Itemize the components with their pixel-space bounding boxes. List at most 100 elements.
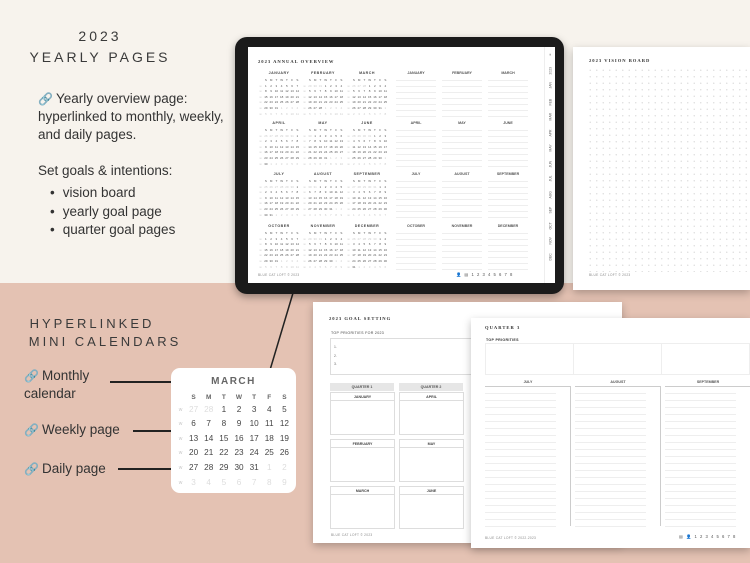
day-link[interactable]: 15: [295, 145, 300, 149]
day-link[interactable]: 13: [186, 434, 201, 445]
day-link[interactable]: 2: [231, 405, 246, 416]
day-link[interactable]: 18: [262, 434, 277, 445]
day-link[interactable]: 8: [295, 139, 300, 143]
notes-column[interactable]: DECEMBER: [488, 224, 528, 270]
day-link[interactable]: 31: [247, 463, 262, 474]
day-link[interactable]: 23: [383, 253, 388, 257]
side-tab[interactable]: SEP: [545, 202, 556, 218]
day-link[interactable]: 11: [262, 419, 277, 430]
day-link[interactable]: 9: [383, 190, 388, 194]
day-link[interactable]: 10: [247, 419, 262, 430]
day-link[interactable]: 8: [383, 112, 388, 116]
day-link[interactable]: 11: [383, 89, 388, 93]
day-link[interactable]: 6: [295, 162, 300, 166]
month-name[interactable]: FEBRUARY: [302, 71, 344, 75]
day-link[interactable]: 6: [383, 265, 388, 269]
day-link[interactable]: 22: [295, 201, 300, 205]
day-link[interactable]: 19: [339, 196, 344, 200]
day-link[interactable]: 24: [247, 448, 262, 459]
month-name[interactable]: JUNE: [346, 121, 388, 125]
notes-column[interactable]: NOVEMBER: [442, 224, 482, 270]
calendar-month[interactable]: MARCH: [171, 376, 296, 387]
day-link[interactable]: 28: [201, 405, 216, 416]
day-link[interactable]: 5: [277, 405, 292, 416]
month-name[interactable]: AUGUST: [302, 172, 344, 176]
week-link[interactable]: w: [175, 463, 186, 474]
day-link[interactable]: 25: [262, 448, 277, 459]
mini-month[interactable]: DECEMBER S M T W T F Sw 26 27 28 29 30 1 2 w 3 4 5 6 7 8 9 w 10 1…: [346, 224, 388, 269]
day-link[interactable]: 26: [339, 201, 344, 205]
day-link[interactable]: 9: [339, 265, 344, 269]
day-link[interactable]: 7: [247, 478, 262, 489]
month-box[interactable]: MARCH: [330, 486, 395, 529]
day-link[interactable]: 25: [383, 100, 388, 104]
day-link[interactable]: 7: [295, 84, 300, 88]
day-link[interactable]: 5: [295, 213, 300, 217]
day-link[interactable]: 14: [295, 89, 300, 93]
user-icon[interactable]: 👤: [456, 272, 461, 277]
day-link[interactable]: 13: [339, 139, 344, 143]
day-link[interactable]: 4: [339, 106, 344, 110]
day-link[interactable]: 3: [383, 134, 388, 138]
day-link[interactable]: 20: [186, 448, 201, 459]
day-link[interactable]: 7: [201, 419, 216, 430]
month-name[interactable]: APRIL: [258, 121, 300, 125]
day-link[interactable]: 22: [216, 448, 231, 459]
day-link[interactable]: 29: [295, 207, 300, 211]
mini-month[interactable]: OCTOBER S M T W T F Sw 1 2 3 4 5 6 7 w 8 9 10 11 12 13 14 w 15 16…: [258, 224, 300, 269]
page-numbers[interactable]: 1 2 3 4 5 6 7 8: [695, 534, 736, 539]
week-link[interactable]: w: [175, 434, 186, 445]
day-link[interactable]: 11: [295, 112, 300, 116]
month-name[interactable]: OCTOBER: [258, 224, 300, 228]
day-link[interactable]: 30: [383, 259, 388, 263]
week-link[interactable]: w: [175, 448, 186, 459]
notes-column[interactable]: JUNE: [488, 121, 528, 167]
mini-month[interactable]: FEBRUARY S M T W T F Sw 29 30 31 1 2 3 4 w 5 6 7 8 9 10 11 w 12 1…: [302, 71, 344, 116]
day-link[interactable]: 12: [277, 419, 292, 430]
day-link[interactable]: 2: [383, 185, 388, 189]
day-link[interactable]: 16: [231, 434, 246, 445]
side-tab[interactable]: JAN: [545, 78, 556, 94]
day-link[interactable]: 3: [186, 478, 201, 489]
day-link[interactable]: 9: [339, 213, 344, 217]
day-link[interactable]: 28: [295, 253, 300, 257]
day-link[interactable]: 11: [339, 242, 344, 246]
day-link[interactable]: 15: [295, 196, 300, 200]
page-nav[interactable]: 👤 ▤ 1 2 3 4 5 6 7 8: [456, 272, 512, 278]
day-link[interactable]: 25: [339, 253, 344, 257]
mini-month[interactable]: NOVEMBER S M T W T F Sw 29 30 31 1 2 3 4 w 5 6 7 8 9 10 11 w 12 1…: [302, 224, 344, 269]
menu-icon[interactable]: ≡: [545, 47, 556, 63]
notes-column[interactable]: SEPTEMBER: [488, 172, 528, 218]
notes-icon[interactable]: ▤: [464, 272, 468, 277]
notes-column[interactable]: APRIL: [396, 121, 436, 167]
month-box[interactable]: MAY: [399, 439, 464, 482]
day-link[interactable]: 2: [339, 207, 344, 211]
side-tab[interactable]: APR: [545, 125, 556, 141]
day-link[interactable]: 4: [339, 237, 344, 241]
day-link[interactable]: 22: [295, 150, 300, 154]
day-link[interactable]: 27: [186, 405, 201, 416]
day-link[interactable]: 9: [277, 478, 292, 489]
notes-column[interactable]: JULY: [396, 172, 436, 218]
side-tab[interactable]: MAR: [545, 109, 556, 125]
day-link[interactable]: 9: [383, 242, 388, 246]
month-name[interactable]: SEPTEMBER: [346, 172, 388, 176]
month-box[interactable]: JUNE: [399, 486, 464, 529]
day-link[interactable]: 4: [383, 84, 388, 88]
day-link[interactable]: 14: [295, 242, 300, 246]
month-box[interactable]: JANUARY: [330, 392, 395, 435]
day-link[interactable]: 29: [295, 156, 300, 160]
notes-column[interactable]: MARCH: [488, 71, 528, 117]
day-link[interactable]: 24: [383, 150, 388, 154]
notes-icon[interactable]: ▤: [679, 534, 683, 539]
day-link[interactable]: 16: [383, 196, 388, 200]
priorities-box[interactable]: [485, 343, 750, 375]
mini-month[interactable]: AUGUST S M T W T F Sw 30 31 1 2 3 4 5 w 6 7 8 9 10 11 12 w 13 14 1…: [302, 172, 344, 217]
side-tab[interactable]: FEB: [545, 94, 556, 110]
day-link[interactable]: 12: [339, 190, 344, 194]
day-link[interactable]: 4: [295, 106, 300, 110]
day-link[interactable]: 23: [231, 448, 246, 459]
day-link[interactable]: 7: [383, 213, 388, 217]
day-link[interactable]: 4: [339, 84, 344, 88]
day-link[interactable]: 21: [201, 448, 216, 459]
